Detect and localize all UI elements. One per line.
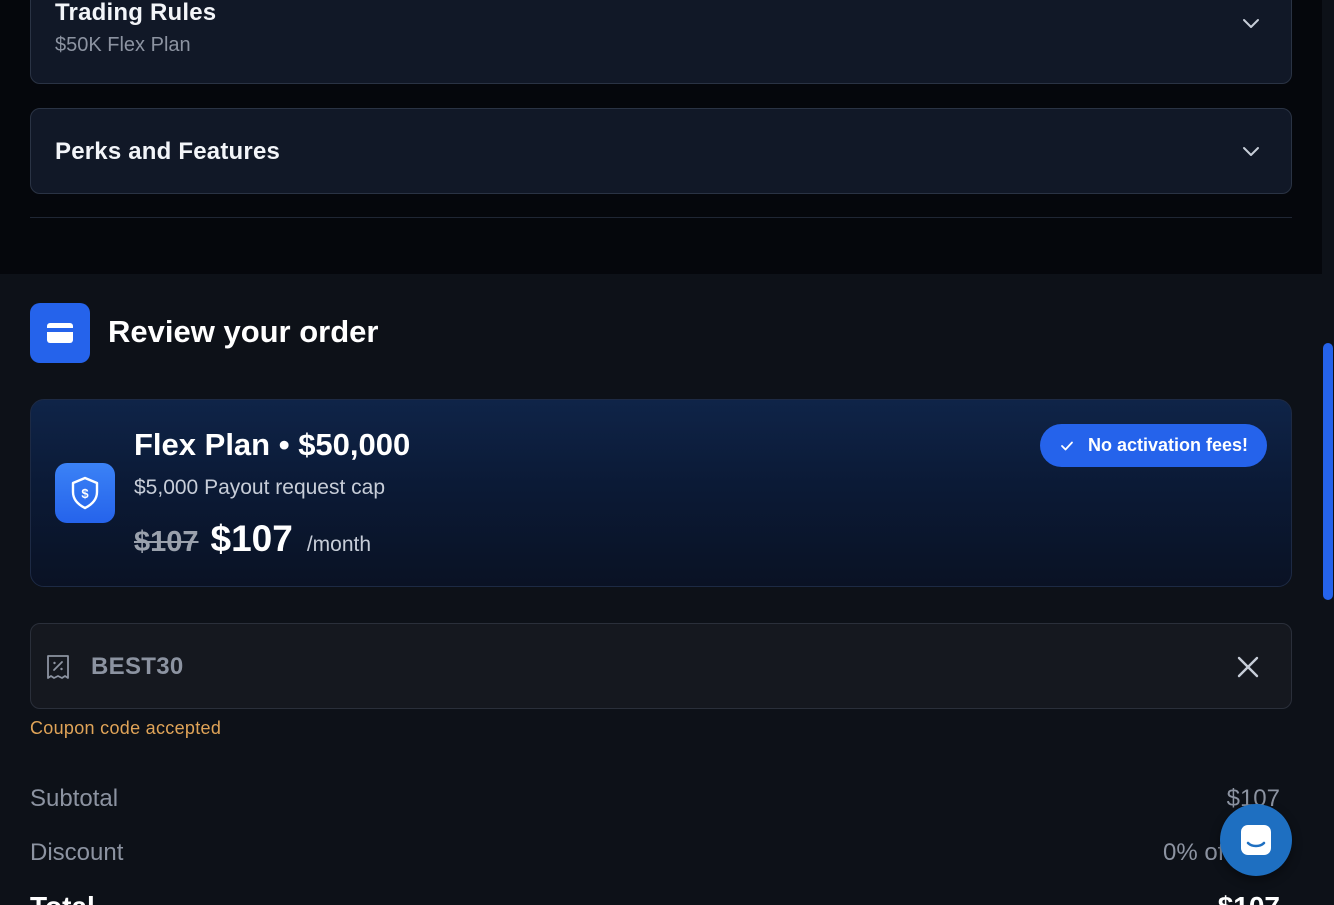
plan-payout-cap: $5,000 Payout request cap <box>134 476 386 499</box>
shield-dollar-icon: $ <box>55 463 115 523</box>
coupon-tag-icon <box>47 655 69 679</box>
perks-title: Perks and Features <box>55 138 281 165</box>
badge-label: No activation fees! <box>1087 435 1248 455</box>
coupon-code-value: BEST30 <box>91 653 184 680</box>
plan-card: $ Flex Plan • $50,000 $5,000 Payout requ… <box>30 399 1292 587</box>
plan-name: Flex Plan • $50,000 <box>134 427 411 462</box>
coupon-input[interactable]: BEST30 <box>30 623 1292 709</box>
chevron-down-icon[interactable] <box>1239 139 1263 163</box>
close-icon[interactable] <box>1235 654 1261 680</box>
coupon-status-message: Coupon code accepted <box>30 718 222 738</box>
chat-icon <box>1241 825 1271 855</box>
plan-details-section: Trading Rules $50K Flex Plan Perks and F… <box>0 0 1322 274</box>
check-icon <box>1060 440 1074 452</box>
scrollbar[interactable] <box>1322 0 1334 905</box>
perks-accordion[interactable]: Perks and Features <box>30 108 1292 194</box>
chat-launcher-button[interactable] <box>1220 804 1292 876</box>
review-order-section: Review your order $ Flex Plan • $50,000 … <box>0 274 1322 905</box>
no-activation-fees-badge: No activation fees! <box>1039 424 1267 467</box>
total-value: $107 <box>1218 891 1280 905</box>
billing-period: /month <box>306 533 372 556</box>
price-row: $107 $107 /month <box>134 518 371 560</box>
total-label: Total <box>30 891 95 905</box>
section-divider <box>30 217 1292 218</box>
original-price: $107 <box>134 526 199 558</box>
subtotal-label: Subtotal <box>30 785 119 812</box>
scrollbar-thumb[interactable] <box>1323 343 1333 600</box>
chevron-down-icon[interactable] <box>1239 11 1263 35</box>
trading-rules-subtitle: $50K Flex Plan <box>55 34 191 56</box>
review-title: Review your order <box>108 314 379 349</box>
current-price: $107 <box>210 518 293 559</box>
trading-rules-accordion[interactable]: Trading Rules $50K Flex Plan <box>30 0 1292 84</box>
trading-rules-title: Trading Rules <box>55 0 217 26</box>
svg-text:$: $ <box>81 486 89 501</box>
discount-label: Discount <box>30 839 124 866</box>
credit-card-icon <box>30 303 90 363</box>
